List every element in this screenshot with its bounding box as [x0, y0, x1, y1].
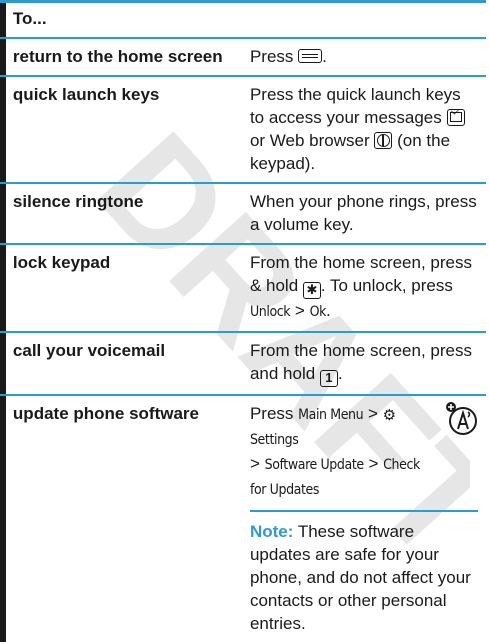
table-row: silence ringtone When your phone rings, …: [0, 183, 486, 245]
row-value: From the home screen, press and hold 1.: [245, 332, 486, 396]
table-row: call your voicemail From the home screen…: [0, 332, 486, 396]
row-key: silence ringtone: [5, 183, 246, 245]
row-key: update phone software: [12, 404, 199, 423]
settings-gear-icon: ⚙: [382, 407, 397, 424]
row-value: Press .: [245, 38, 486, 77]
table-row: return to the home screen Press .: [0, 38, 486, 77]
star-key-icon: ✱: [302, 282, 321, 299]
one-key-icon: 1: [319, 370, 338, 387]
table-row: quick launch keys Press the quick launch…: [0, 76, 486, 184]
row-value: From the home screen, press & hold ✱. To…: [245, 244, 486, 333]
shortcut-table: To... return to the home screen Press . …: [0, 0, 486, 642]
web-browser-key-icon: [374, 132, 393, 149]
table-row: update phone software Press Main Menu > …: [0, 395, 486, 642]
table-header: To...: [0, 0, 486, 39]
note-block: Note: These software updates are safe fo…: [249, 510, 478, 635]
row-value: When your phone rings, press a volume ke…: [245, 183, 486, 245]
manual-page: DRAFT To... return to the home screen Pr…: [0, 0, 489, 642]
network-update-icon: [446, 402, 477, 435]
row-key: call your voicemail: [5, 332, 246, 396]
table-row: lock keypad From the home screen, press …: [0, 244, 486, 333]
row-key: lock keypad: [5, 244, 246, 333]
note-label: Note:: [249, 522, 294, 541]
message-key-icon: [446, 109, 465, 126]
row-value: Press the quick launch keys to access yo…: [245, 76, 486, 184]
home-key-icon: [298, 49, 323, 63]
row-key: return to the home screen: [5, 38, 246, 77]
ok-softkey: Ok: [309, 304, 327, 320]
row-value: Press Main Menu > ⚙ Settings > Software …: [246, 395, 486, 642]
header-label: To...: [5, 0, 486, 39]
unlock-softkey: Unlock: [249, 304, 291, 320]
row-key: quick launch keys: [5, 76, 246, 184]
